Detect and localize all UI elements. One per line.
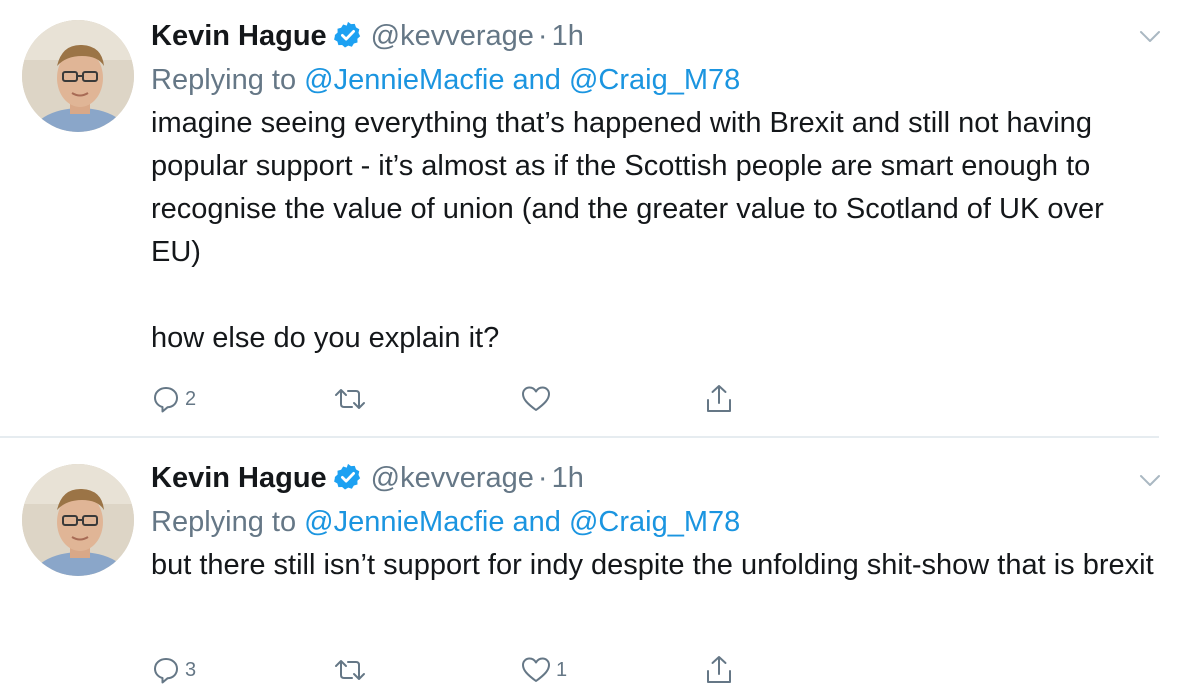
display-name[interactable]: Kevin Hague [151,462,327,494]
tweet-content: Kevin Hague @kevverage · 1h Replying to @Je… [151,456,1163,587]
reply-button[interactable]: 2 [151,381,196,417]
display-name[interactable]: Kevin Hague [151,20,327,52]
reply-count: 3 [185,659,197,681]
reply-button[interactable]: 3 [151,652,196,688]
tweet-paragraph: imagine seeing everything that’s happene… [151,107,1104,268]
mention-link[interactable]: @JennieMacfie [304,506,504,538]
replying-to: Replying to @JennieMacfie and @Craig_M78 [151,500,1163,544]
share-icon [707,385,731,412]
tweet-content: Kevin Hague @kevverage · 1h Replying to @Je… [151,14,1163,360]
tweet-paragraph: but there still isn’t support for indy d… [151,549,1154,581]
tweet-header: Kevin Hague @kevverage · 1h [151,14,1163,58]
tweet-paragraph: how else do you explain it? [151,322,500,354]
share-button[interactable] [704,381,734,417]
chevron-down-icon[interactable] [1139,474,1161,488]
tweet-text: but there still isn’t support for indy d… [151,544,1161,587]
tweet-header: Kevin Hague @kevverage · 1h [151,456,1163,500]
tweet[interactable]: Kevin Hague @kevverage · 1h Replying to @Je… [0,0,1199,436]
avatar-photo [22,464,134,576]
share-icon [707,656,731,683]
tweet[interactable]: Kevin Hague @kevverage · 1h Replying to @Je… [0,438,1199,699]
reply-count: 2 [185,388,197,410]
share-button[interactable] [704,652,734,688]
mention-link[interactable]: @JennieMacfie [304,64,504,96]
separator-dot: · [537,462,548,494]
mention-joiner: and [512,64,561,96]
user-handle[interactable]: @kevverage [371,20,534,52]
mention-link[interactable]: @Craig_M78 [569,506,740,538]
timestamp[interactable]: 1h [552,462,584,494]
verified-badge-icon [333,21,360,48]
user-handle[interactable]: @kevverage [371,462,534,494]
mention-joiner: and [512,506,561,538]
reply-icon [154,658,178,684]
timestamp[interactable]: 1h [552,20,584,52]
verified-badge-icon [333,463,360,490]
replying-to: Replying to @JennieMacfie and @Craig_M78 [151,58,1163,102]
tweet-actions: 2 [151,381,751,417]
reply-icon [154,387,178,413]
avatar[interactable] [22,20,134,132]
heart-icon [522,657,550,682]
mention-link[interactable]: @Craig_M78 [569,64,740,96]
like-button[interactable] [520,381,556,417]
avatar[interactable] [22,464,134,576]
chevron-down-icon[interactable] [1139,30,1161,44]
retweet-icon [335,660,365,680]
replying-prefix: Replying to [151,64,297,96]
replying-prefix: Replying to [151,506,297,538]
like-count: 1 [556,659,568,681]
retweet-button[interactable] [333,381,371,417]
tweet-actions: 3 1 [151,652,751,688]
heart-icon [522,386,550,411]
retweet-icon [335,389,365,409]
tweet-text: imagine seeing everything that’s happene… [151,102,1161,360]
separator-dot: · [537,20,548,52]
like-button[interactable]: 1 [520,652,567,688]
avatar-photo [22,20,134,132]
retweet-button[interactable] [333,652,371,688]
